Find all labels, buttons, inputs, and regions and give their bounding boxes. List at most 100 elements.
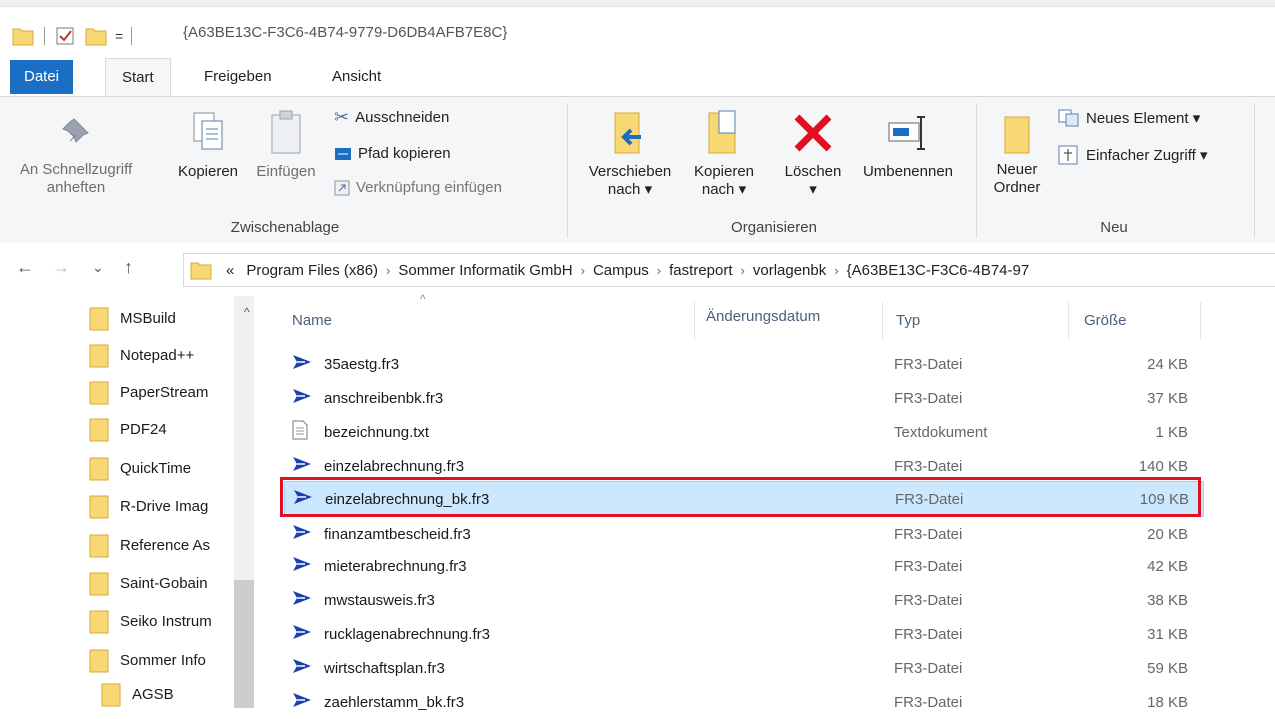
properties-check-icon[interactable] [55, 26, 75, 46]
move-to-button[interactable]: Verschieben nach ▾ [578, 109, 682, 199]
file-row[interactable]: rucklagenabrechnung.fr3 FR3-Datei 31 KB [284, 617, 1202, 651]
copy-to-button[interactable]: Kopieren nach ▾ [682, 109, 766, 199]
column-header-type[interactable]: Typ [896, 312, 920, 329]
tab-ansicht[interactable]: Ansicht [316, 58, 397, 96]
copy-button[interactable]: Kopieren [170, 109, 246, 181]
nav-item-notepad[interactable]: Notepad++ [88, 337, 238, 374]
forward-arrow-icon[interactable]: → [52, 257, 70, 278]
file-row[interactable]: bezeichnung.txt Textdokument 1 KB [284, 415, 1202, 449]
breadcrumb-program-files[interactable]: Program Files (x86) [240, 262, 384, 279]
file-row[interactable]: mieterabrechnung.fr3 FR3-Datei 42 KB [284, 549, 1202, 583]
file-size: 42 KB [1147, 557, 1188, 575]
toolbar-separator [131, 27, 133, 45]
nav-item-label: Seiko Instrum [120, 613, 212, 630]
nav-item-agsb[interactable]: AGSB [100, 676, 230, 713]
breadcrumb-vorlagenbk[interactable]: vorlagenbk [747, 262, 832, 279]
file-row[interactable]: 35aestg.fr3 FR3-Datei 24 KB [284, 347, 1202, 381]
nav-item-pdf24[interactable]: PDF24 [88, 411, 238, 448]
tab-freigeben[interactable]: Freigeben [188, 58, 288, 96]
pin-label-line2: anheften [46, 179, 106, 196]
copy-icon [193, 112, 223, 150]
column-divider[interactable] [694, 302, 695, 340]
new-folder-icon [1004, 116, 1030, 154]
nav-item-label: AGSB [132, 686, 174, 703]
nav-item-quicktime[interactable]: QuickTime [88, 450, 238, 487]
file-row[interactable]: wirtschaftsplan.fr3 FR3-Datei 59 KB [284, 651, 1202, 685]
nav-item-r-drive[interactable]: R-Drive Imag [88, 488, 238, 525]
file-size: 24 KB [1147, 355, 1188, 373]
folder-icon [89, 649, 109, 672]
new-item-button[interactable]: Neues Element ▾ [1058, 109, 1200, 127]
nav-item-label: QuickTime [120, 460, 192, 477]
rename-button[interactable]: Umbenennen [852, 109, 964, 181]
new-folder-button[interactable]: Neuer Ordner [984, 113, 1050, 197]
back-arrow-icon[interactable]: ← [16, 257, 34, 278]
paste-shortcut-button[interactable]: Verknüpfung einfügen [334, 179, 502, 196]
new-folder-quick-icon[interactable] [85, 26, 107, 46]
breadcrumb-chevron-icon[interactable]: › [579, 263, 587, 278]
copy-label: Kopieren [177, 163, 239, 180]
breadcrumb-overflow[interactable]: « [220, 262, 240, 279]
nav-item-label: Sommer Info [120, 652, 206, 669]
tab-start[interactable]: Start [105, 58, 171, 97]
folder-icon [89, 610, 109, 633]
file-row[interactable]: anschreibenbk.fr3 FR3-Datei 37 KB [284, 381, 1202, 415]
file-name: bezeichnung.txt [324, 423, 430, 441]
folder-icon [89, 381, 109, 404]
fastreport-icon [292, 691, 312, 713]
column-header-size[interactable]: Größe [1084, 312, 1127, 329]
folder-icon[interactable] [12, 26, 34, 46]
nav-item-saint-gobain[interactable]: Saint-Gobain [88, 565, 238, 602]
breadcrumb-sommer-informatik[interactable]: Sommer Informatik GmbH [392, 262, 578, 279]
rename-label: Umbenennen [862, 163, 954, 180]
column-header-date[interactable]: Änderungsdatum [706, 308, 820, 325]
tab-datei[interactable]: Datei [10, 60, 74, 94]
delete-button[interactable]: Löschen ▾ [776, 109, 850, 199]
delete-label: Löschen [784, 163, 842, 180]
file-row[interactable]: mwstausweis.fr3 FR3-Datei 38 KB [284, 583, 1202, 617]
nav-item-paperstream[interactable]: PaperStream [88, 374, 238, 411]
address-bar[interactable]: « Program Files (x86) › Sommer Informati… [183, 253, 1275, 287]
copy-to-folder-icon [708, 110, 736, 154]
nav-item-seiko[interactable]: Seiko Instrum [88, 603, 238, 640]
copy-path-button[interactable]: Pfad kopieren [334, 145, 451, 162]
file-type: FR3-Datei [894, 355, 963, 373]
cut-button[interactable]: ✂ Ausschneiden [334, 107, 449, 128]
breadcrumb-chevron-icon[interactable]: › [655, 263, 663, 278]
delete-dropdown-arrow[interactable]: ▾ [776, 181, 850, 199]
new-folder-label-line1: Neuer [996, 161, 1038, 178]
organize-group-label: Organisieren [731, 219, 817, 236]
up-arrow-icon[interactable]: ↑ [124, 257, 133, 278]
breadcrumb-campus[interactable]: Campus [587, 262, 655, 279]
file-row[interactable]: zaehlerstamm_bk.fr3 FR3-Datei 18 KB [284, 685, 1202, 719]
file-row[interactable]: finanzamtbescheid.fr3 FR3-Datei 20 KB [284, 517, 1202, 551]
breadcrumb-chevron-icon[interactable]: › [739, 263, 747, 278]
scroll-up-arrow-icon[interactable]: ^ [244, 305, 250, 319]
breadcrumb-chevron-icon[interactable]: › [384, 263, 392, 278]
pin-quick-access-button[interactable]: An Schnellzugriff anheften [16, 111, 136, 197]
breadcrumb-chevron-icon[interactable]: › [832, 263, 840, 278]
nav-item-label: Saint-Gobain [120, 575, 208, 592]
paste-label: Einfügen [256, 163, 316, 180]
nav-item-reference[interactable]: Reference As [88, 527, 238, 564]
nav-item-msbuild[interactable]: MSBuild [88, 300, 238, 337]
column-header-name[interactable]: Name [292, 312, 332, 329]
file-type: FR3-Datei [894, 389, 963, 407]
recent-locations-chevron-icon[interactable]: ⌄ [92, 259, 104, 276]
file-type: FR3-Datei [894, 557, 963, 575]
breadcrumb-current-folder[interactable]: {A63BE13C-F3C6-4B74-97 [841, 262, 1036, 279]
easy-access-button[interactable]: Einfacher Zugriff ▾ [1058, 145, 1207, 165]
column-divider[interactable] [1200, 302, 1201, 340]
column-divider[interactable] [882, 302, 883, 340]
file-name: einzelabrechnung.fr3 [324, 457, 465, 475]
new-item-icon [1058, 109, 1079, 127]
breadcrumb-fastreport[interactable]: fastreport [663, 262, 738, 279]
paste-button[interactable]: Einfügen [248, 109, 324, 181]
file-size: 1 KB [1155, 423, 1188, 441]
column-divider[interactable] [1068, 302, 1069, 340]
fastreport-icon [292, 353, 312, 375]
clipboard-group-label: Zwischenablage [230, 219, 340, 236]
file-size: 37 KB [1147, 389, 1188, 407]
nav-item-sommer[interactable]: Sommer Info [88, 642, 238, 679]
customize-toolbar-dropdown[interactable]: = [115, 28, 123, 44]
